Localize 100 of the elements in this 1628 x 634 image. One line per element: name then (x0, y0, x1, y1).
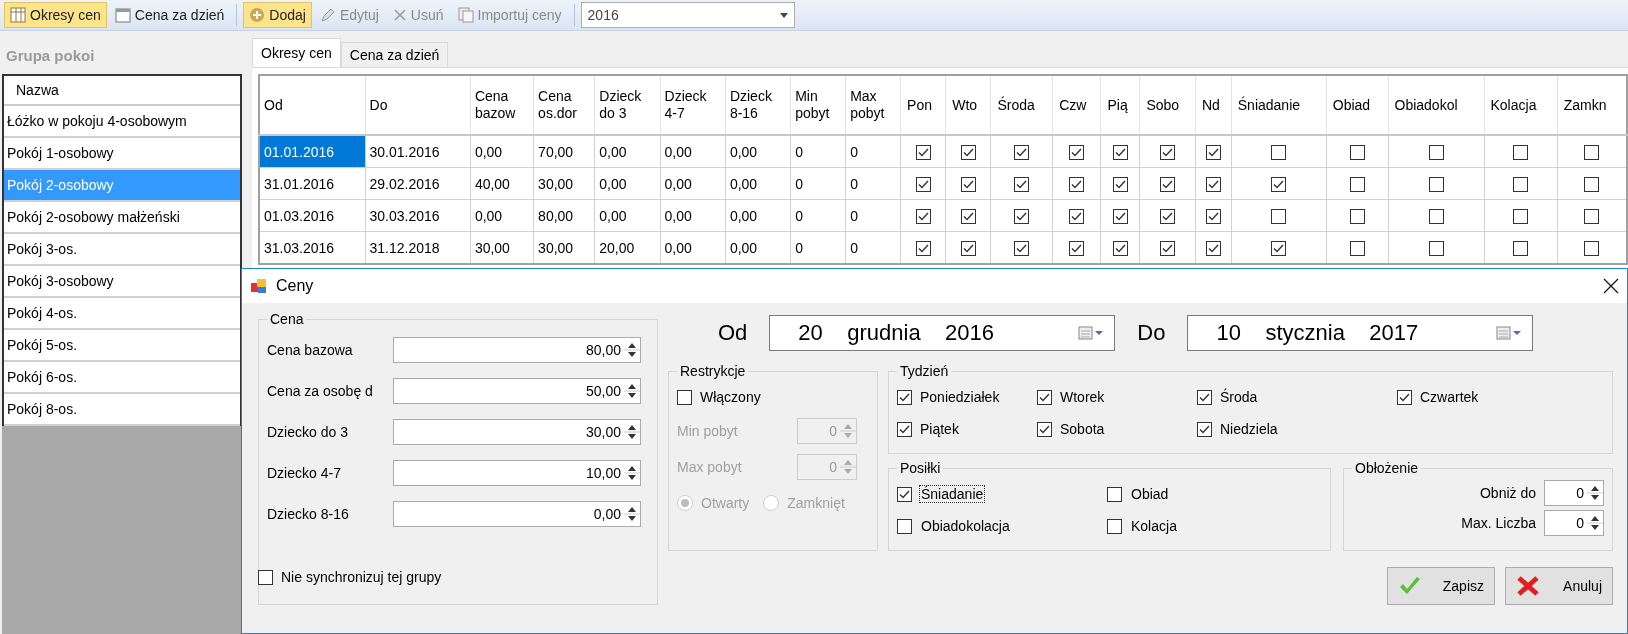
toolbar-button[interactable]: Dodaj (243, 2, 312, 28)
checkbox[interactable] (1428, 144, 1444, 160)
checkbox[interactable] (897, 389, 912, 405)
checkbox[interactable] (897, 421, 912, 437)
checkbox[interactable] (1160, 144, 1176, 160)
table-cell: 40,00 (470, 167, 534, 200)
checkbox[interactable] (1160, 208, 1176, 224)
close-icon (392, 8, 407, 22)
checkbox[interactable] (960, 240, 976, 256)
day-checkbox-label[interactable]: Poniedziałek (897, 381, 1037, 413)
tab[interactable]: Okresy cen (252, 38, 341, 67)
date-picker[interactable]: 10 stycznia 2017 (1187, 315, 1534, 351)
checkbox[interactable] (1513, 240, 1529, 256)
close-icon[interactable] (1603, 278, 1619, 294)
checkbox[interactable] (1513, 176, 1529, 192)
number-field[interactable]: 0 (1544, 510, 1604, 536)
checkbox[interactable] (1160, 176, 1176, 192)
checkbox[interactable] (897, 486, 912, 502)
cancel-button[interactable]: Anuluj (1505, 567, 1613, 605)
checkbox[interactable] (1271, 176, 1287, 192)
checkbox[interactable] (1037, 421, 1052, 437)
checkbox[interactable] (960, 176, 976, 192)
checkbox[interactable] (1428, 176, 1444, 192)
checkbox[interactable] (1014, 208, 1030, 224)
checkbox[interactable] (1428, 240, 1444, 256)
number-field[interactable]: 0,00 (393, 500, 641, 527)
table-cell: 0 (845, 167, 901, 200)
checkbox[interactable] (1349, 208, 1365, 224)
meal-checkbox-label[interactable]: Śniadanie (897, 478, 1107, 510)
number-field[interactable]: 80,00 (393, 336, 641, 363)
checkbox[interactable] (1584, 144, 1600, 160)
checkbox[interactable] (1197, 389, 1212, 405)
field-label: Cena za osobę d (267, 382, 374, 399)
day-checkbox-label[interactable]: Piątek (897, 413, 1037, 445)
checkbox[interactable] (1584, 176, 1600, 192)
number-field[interactable]: 30,00 (393, 418, 641, 445)
toolbar-button[interactable]: Okresy cen (4, 2, 107, 28)
checkbox[interactable] (1205, 240, 1221, 256)
date-picker[interactable]: 20 grudnia 2016 (769, 315, 1116, 351)
checkbox[interactable] (915, 144, 931, 160)
day-checkbox-label[interactable]: Czwartek (1397, 381, 1604, 413)
save-button[interactable]: Zapisz (1387, 567, 1495, 605)
checkbox[interactable] (1069, 240, 1085, 256)
checkbox[interactable] (1349, 240, 1365, 256)
checkbox[interactable] (897, 518, 912, 534)
checkbox[interactable] (1112, 240, 1128, 256)
checkbox[interactable] (1513, 144, 1529, 160)
checkbox[interactable] (1513, 208, 1529, 224)
checkbox[interactable] (1349, 144, 1365, 160)
checkbox[interactable] (1205, 144, 1221, 160)
checkbox[interactable] (960, 208, 976, 224)
checkbox[interactable] (915, 176, 931, 192)
checkbox[interactable] (1271, 208, 1287, 224)
checkbox[interactable] (1014, 176, 1030, 192)
day-checkbox-label[interactable]: Sobota (1037, 413, 1197, 445)
cross-icon (1516, 575, 1540, 597)
checkbox[interactable] (1014, 240, 1030, 256)
checkbox[interactable] (1112, 144, 1128, 160)
checkbox[interactable] (1584, 240, 1600, 256)
calendar-dropdown-icon[interactable] (1496, 325, 1523, 341)
checkbox[interactable] (1271, 240, 1287, 256)
checkbox[interactable] (1197, 421, 1212, 437)
checkbox[interactable] (258, 569, 273, 585)
tab[interactable]: Cena za dzień (340, 42, 449, 67)
sync-checkbox-label[interactable]: Nie synchronizuj tej grupy (258, 561, 658, 593)
checkbox[interactable] (1037, 389, 1052, 405)
year-dropdown[interactable]: 2016 (580, 2, 795, 28)
day-checkbox-label[interactable]: Środa (1197, 381, 1397, 413)
checkbox[interactable] (1160, 240, 1176, 256)
checkbox[interactable] (1397, 389, 1412, 405)
checkbox[interactable] (1069, 208, 1085, 224)
checkbox[interactable] (1107, 486, 1122, 502)
checkbox[interactable] (1107, 518, 1122, 534)
checkbox[interactable] (915, 240, 931, 256)
calendar-dropdown-icon[interactable] (1078, 325, 1105, 341)
checkbox[interactable] (1428, 208, 1444, 224)
checkbox[interactable] (1069, 144, 1085, 160)
checkbox[interactable] (1112, 176, 1128, 192)
number-field[interactable]: 0 (1544, 480, 1604, 506)
meal-checkbox-label[interactable]: Kolacja (1107, 510, 1322, 542)
checkbox[interactable] (1112, 208, 1128, 224)
meal-checkbox-label[interactable]: Obiadokolacja (897, 510, 1107, 542)
toolbar-button[interactable]: Cena za dzień (108, 2, 231, 28)
checkbox[interactable] (1014, 144, 1030, 160)
checkbox[interactable] (1584, 208, 1600, 224)
checkbox[interactable] (1349, 176, 1365, 192)
number-field[interactable]: 10,00 (393, 459, 641, 486)
table-cell: 20,00 (594, 231, 661, 264)
table-cell: 0,00 (725, 199, 791, 232)
checkbox[interactable] (915, 208, 931, 224)
day-checkbox-label[interactable]: Niedziela (1197, 413, 1397, 445)
table-cell: 29.02.2016 (365, 167, 471, 200)
checkbox[interactable] (1069, 176, 1085, 192)
meal-checkbox-label[interactable]: Obiad (1107, 478, 1322, 510)
checkbox[interactable] (1205, 208, 1221, 224)
number-field[interactable]: 50,00 (393, 377, 641, 404)
checkbox[interactable] (1205, 176, 1221, 192)
checkbox[interactable] (960, 144, 976, 160)
checkbox[interactable] (1271, 144, 1287, 160)
day-checkbox-label[interactable]: Wtorek (1037, 381, 1197, 413)
